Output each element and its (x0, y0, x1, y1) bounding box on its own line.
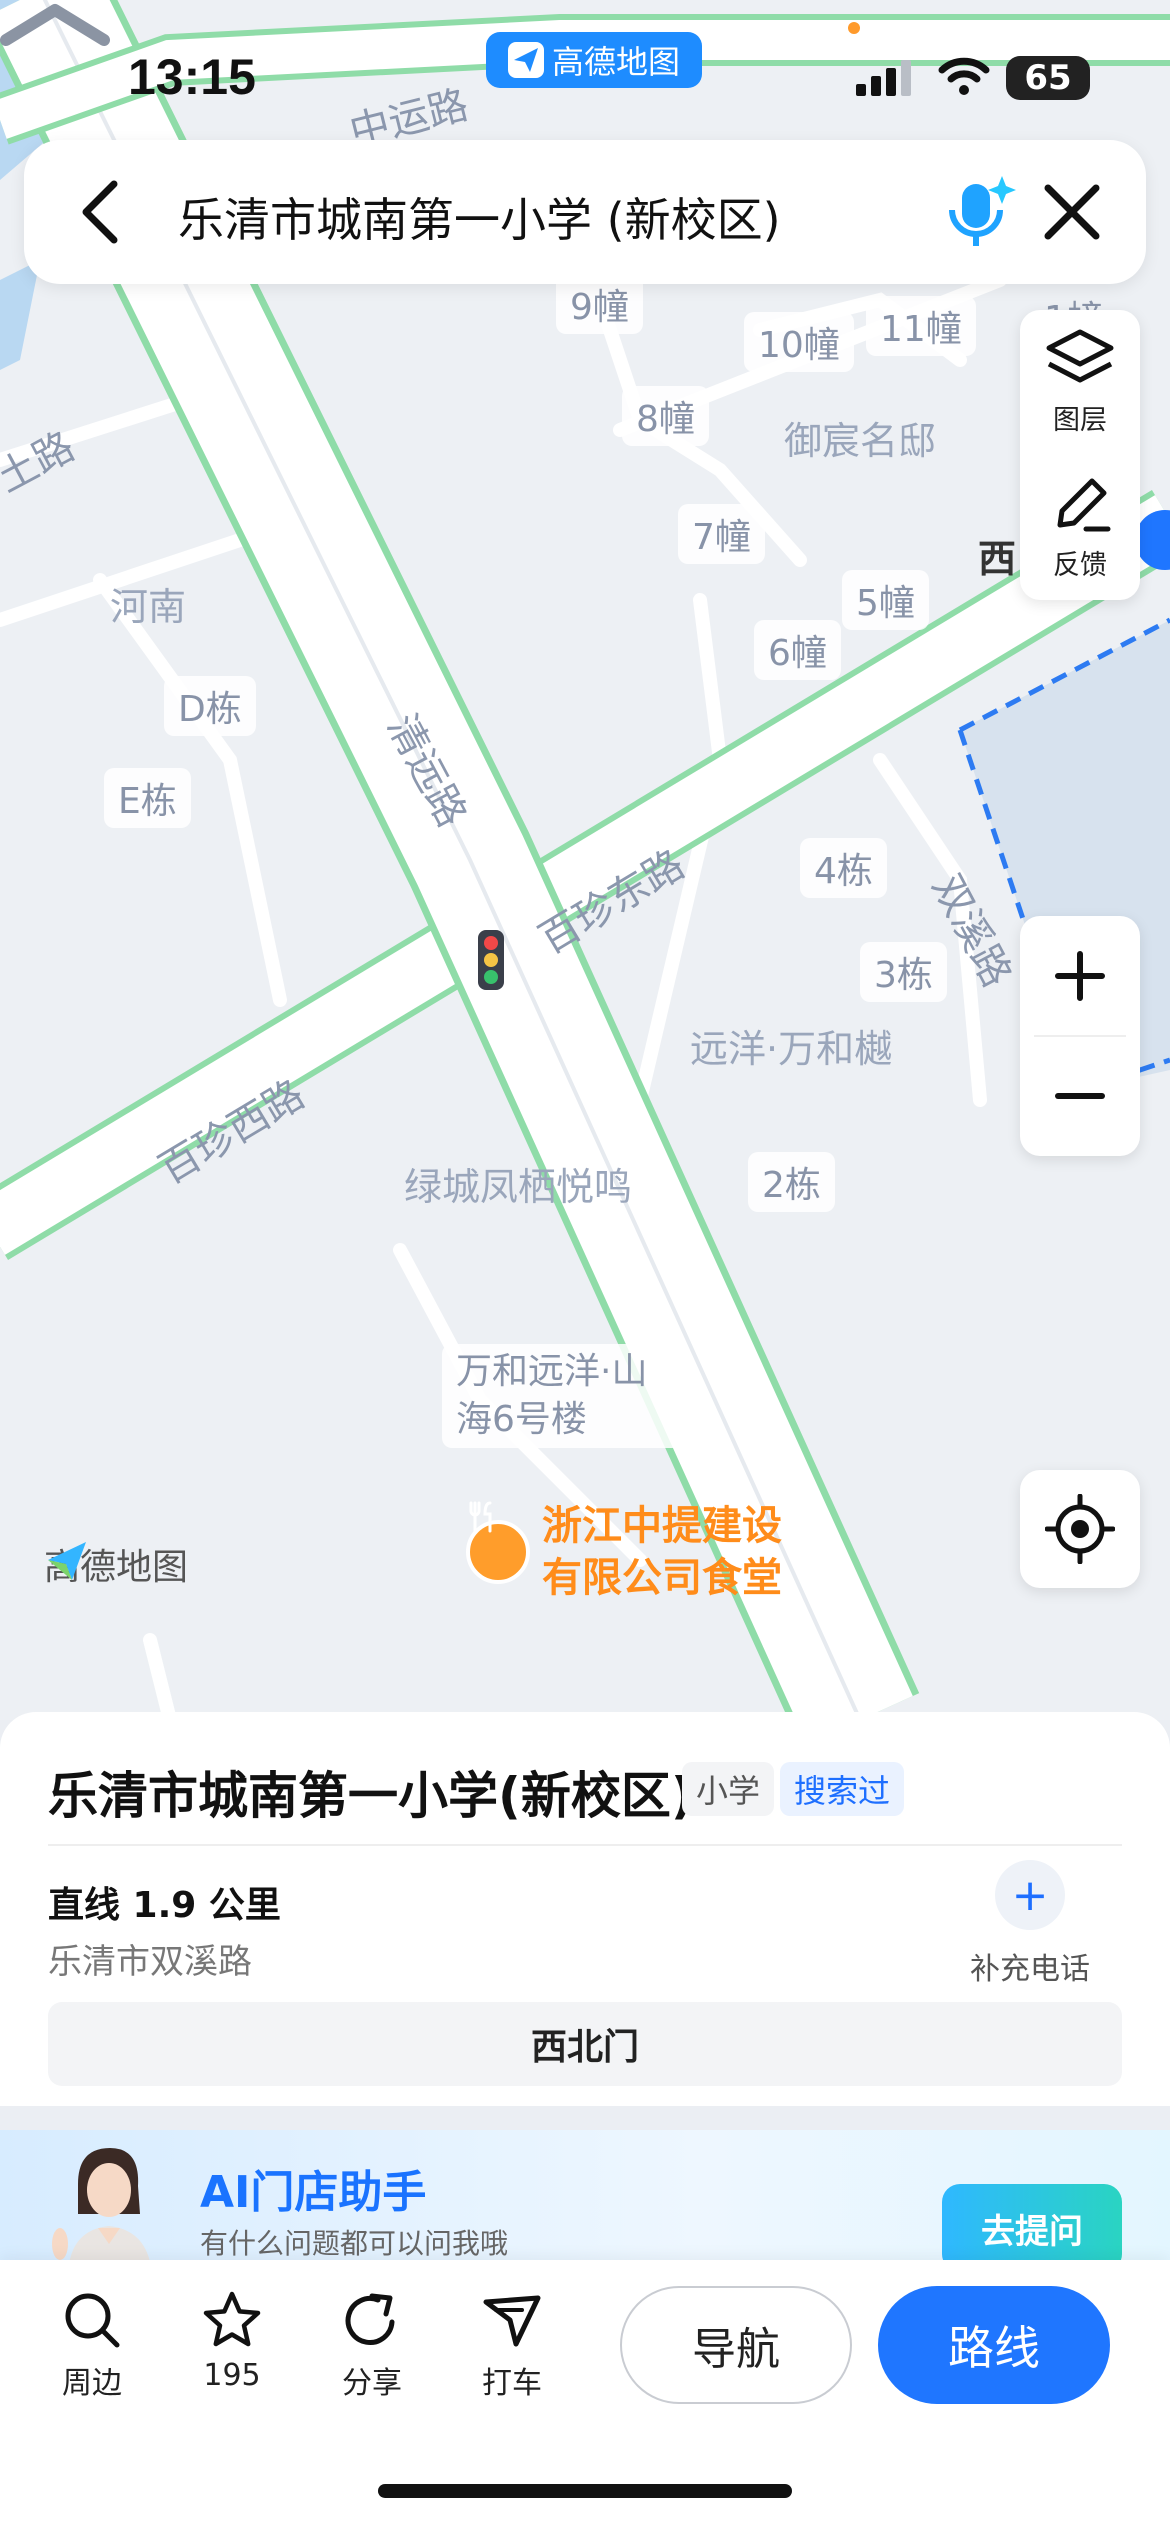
home-indicator[interactable] (378, 2484, 792, 2498)
plus-icon (1055, 951, 1105, 1001)
battery-level: 65 (1024, 58, 1072, 98)
nearby-button[interactable]: 周边 (32, 2290, 152, 2402)
minus-icon (1055, 1093, 1105, 1099)
locate-me-button[interactable] (1020, 1470, 1140, 1588)
app-indicator-pill[interactable]: 高德地图 (486, 32, 703, 88)
app-indicator-label: 高德地图 (552, 43, 681, 81)
nearby-label: 周边 (62, 2366, 122, 2401)
area-label: 西 (978, 537, 1017, 581)
zoom-out-button[interactable] (1020, 1036, 1140, 1156)
building-label: 10幢 (744, 312, 854, 372)
share-icon (345, 2293, 395, 2345)
ai-banner-subtitle: 有什么问题都可以问我哦 (200, 2227, 509, 2260)
map-logo: 高德地图 (44, 1538, 188, 1590)
status-bar: 13:15 高德地图 65 (0, 0, 1170, 150)
building-label: 11幢 (866, 296, 976, 356)
building-label: 2栋 (748, 1152, 835, 1212)
area-label: 远洋·万和樾 (690, 1027, 893, 1071)
gaode-logo-icon (508, 42, 544, 78)
layers-label: 图层 (1053, 405, 1107, 436)
share-button[interactable]: 分享 (312, 2290, 432, 2402)
building-label: E栋 (104, 768, 191, 828)
building-label: 7幢 (678, 504, 765, 564)
ask-button-label: 去提问 (981, 2211, 1083, 2252)
building-label: 3栋 (860, 942, 947, 1002)
entrance-label: 西北门 (530, 2027, 639, 2068)
voice-assistant-icon[interactable] (936, 170, 1020, 254)
wifi-icon (938, 57, 990, 95)
feedback-button[interactable]: 反馈 (1020, 455, 1140, 600)
zoom-in-button[interactable] (1020, 916, 1140, 1036)
search-bar[interactable]: 乐清市城南第一小学 (新校区) (24, 140, 1146, 284)
battery-indicator: 65 (1006, 56, 1090, 100)
area-label: 河南 (110, 585, 187, 629)
building-label: 8幢 (622, 386, 709, 446)
taxi-button[interactable]: 打车 (452, 2290, 572, 2402)
poi-restaurant[interactable]: 浙江中提建设有限公司食堂 (466, 1500, 816, 1604)
share-label: 分享 (342, 2366, 402, 2401)
building-label: D栋 (164, 676, 256, 736)
gaode-logo-icon (48, 1542, 86, 1580)
taxi-label: 打车 (482, 2366, 542, 2401)
bottom-toolbar: 周边 195 分享 打车 导航 路线 (0, 2260, 1170, 2532)
close-button[interactable] (1034, 174, 1110, 250)
status-time: 13:15 (128, 49, 256, 105)
search-icon (65, 2293, 120, 2348)
building-label: 4栋 (800, 838, 887, 898)
star-icon (203, 2291, 261, 2347)
taxi-flag-icon (483, 2295, 541, 2347)
route-label: 路线 (948, 2321, 1040, 2375)
layers-button[interactable]: 图层 (1020, 310, 1140, 455)
close-icon (1044, 184, 1100, 240)
entrance-button[interactable]: 西北门 (48, 2002, 1122, 2086)
searched-tag: 搜索过 (780, 1762, 905, 1816)
back-button[interactable] (64, 176, 136, 248)
navigate-button[interactable]: 导航 (620, 2286, 852, 2404)
poi-building-label[interactable]: 万和远洋·山海6号楼 (442, 1344, 682, 1448)
address-text: 乐清市双溪路 (48, 1942, 252, 1982)
area-label: 绿城凤栖悦鸣 (404, 1165, 633, 1209)
place-title: 乐清市城南第一小学(新校区) (48, 1767, 694, 1825)
category-tag: 小学 (682, 1762, 775, 1816)
navigate-label: 导航 (692, 2324, 780, 2375)
assistant-avatar (52, 2148, 150, 2260)
edit-pencil-icon (1057, 478, 1111, 532)
privacy-dot (848, 22, 860, 34)
add-phone-label: 补充电话 (970, 1952, 1090, 1987)
plus-icon: + (995, 1860, 1065, 1930)
layers-icon (1046, 329, 1114, 383)
ask-button[interactable]: 去提问 (942, 2184, 1122, 2260)
fork-knife-icon (466, 1501, 530, 1584)
poi-restaurant-label: 浙江中提建设有限公司食堂 (542, 1503, 782, 1601)
zoom-controls (1020, 916, 1140, 1156)
building-label: 5幢 (842, 570, 929, 630)
route-button[interactable]: 路线 (878, 2286, 1110, 2404)
add-phone-button[interactable]: + 补充电话 (960, 1860, 1100, 1988)
building-label: 6幢 (754, 620, 841, 680)
distance-text: 直线 1.9 公里 (48, 1885, 281, 1926)
place-detail-sheet[interactable]: 乐清市城南第一小学(新校区) 小学 搜索过 直线 1.9 公里 乐清市双溪路 +… (0, 1712, 1170, 2106)
ai-banner-title: AI门店助手 (200, 2167, 427, 2218)
favorite-count: 195 (203, 2358, 261, 2393)
divider (48, 1844, 1122, 1846)
area-label: 御宸名邸 (784, 419, 937, 463)
search-query[interactable]: 乐清市城南第一小学 (新校区) (178, 184, 781, 250)
chevron-left-icon (82, 180, 118, 244)
crosshair-locate-icon (1045, 1494, 1115, 1564)
feedback-label: 反馈 (1053, 550, 1107, 581)
favorite-button[interactable]: 195 (172, 2290, 292, 2393)
ai-assistant-banner[interactable]: AI门店助手 有什么问题都可以问我哦 去提问 (0, 2130, 1170, 2260)
cellular-signal-icon (856, 60, 911, 96)
map-tools-panel: 图层 反馈 (1020, 310, 1140, 600)
